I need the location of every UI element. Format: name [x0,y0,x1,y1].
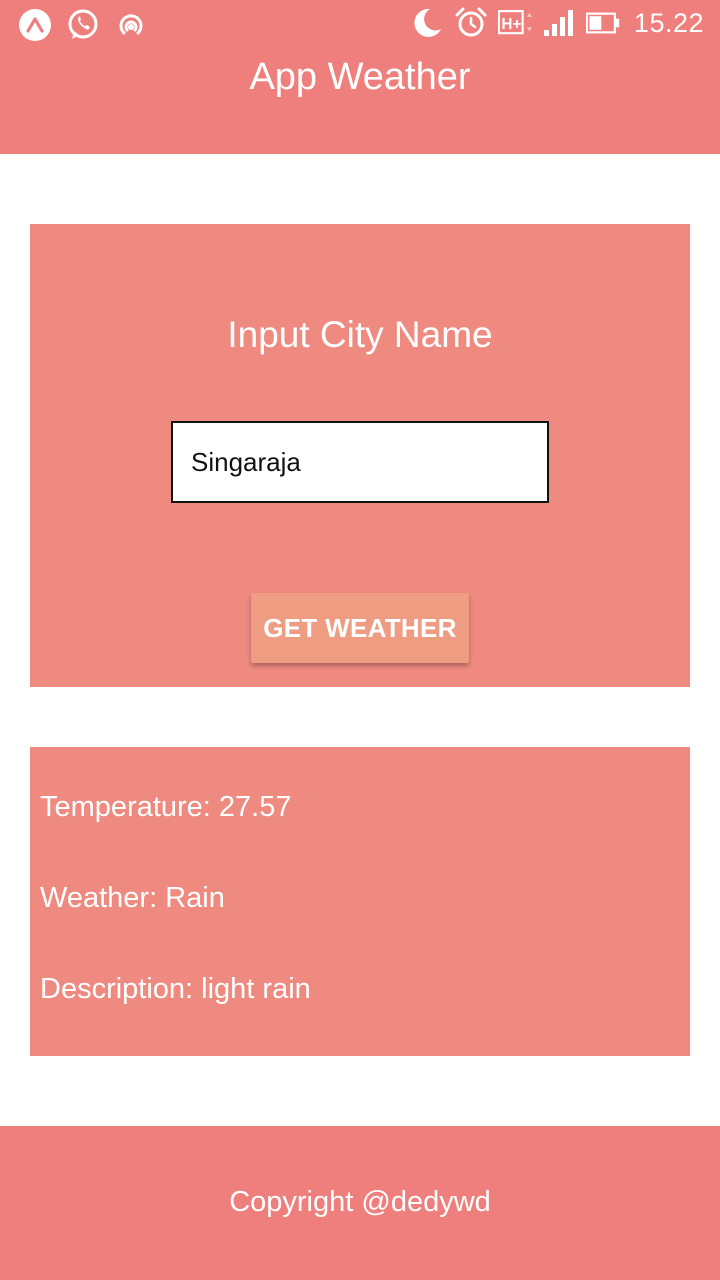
moon-icon [410,6,444,40]
svg-text:H+: H+ [501,16,521,33]
status-bar: H+ 15.22 [0,0,720,52]
alarm-icon [454,6,488,40]
status-clock: 15.22 [633,7,704,38]
app-footer: Copyright @dedywd [0,1126,720,1280]
get-weather-button[interactable]: GET WEATHER [251,593,469,663]
status-right-icons: H+ 15.22 [410,6,704,40]
hotspot-icon [114,8,148,42]
weather-text: Weather: Rain [40,882,225,914]
city-input-card: Input City Name GET WEATHER [30,224,690,687]
network-hplus-icon: H+ [497,6,532,40]
whatsapp-icon [66,8,100,42]
app-header: H+ 15.22 App Weather [0,0,720,154]
description-text: Description: light rain [40,973,311,1005]
signal-icon [542,6,576,40]
weather-result-card: Temperature: 27.57 Weather: Rain Descrip… [30,747,690,1056]
city-name-input[interactable] [171,421,549,503]
arrow-up-circle-icon [18,8,52,42]
status-left-icons [18,8,148,42]
copyright-text: Copyright @dedywd [229,1186,491,1218]
app-title: App Weather [249,56,471,98]
input-city-heading: Input City Name [227,314,493,355]
temperature-text: Temperature: 27.57 [40,791,292,823]
battery-icon [585,6,620,40]
